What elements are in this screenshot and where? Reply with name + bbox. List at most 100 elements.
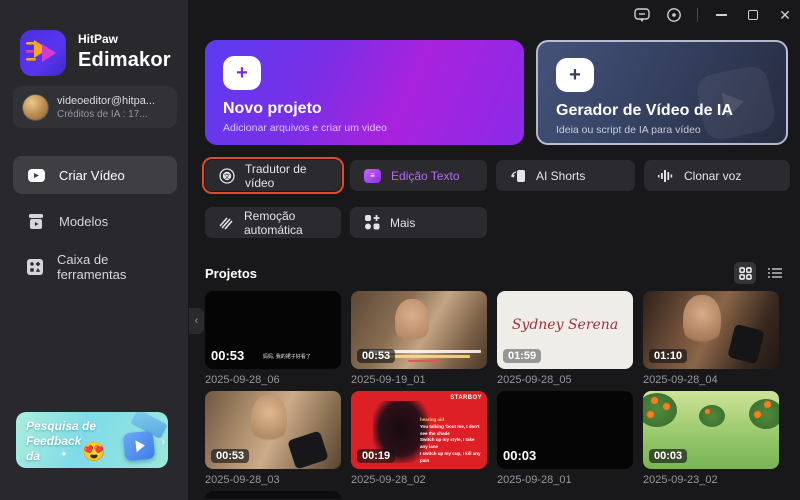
starboy-logo-text: STARBOY (450, 395, 482, 401)
project-thumbnail[interactable]: STARBOY hearing aid You talking 'bout me… (351, 391, 487, 469)
duration-badge: 00:03 (649, 449, 688, 463)
stripes-eraser-icon (219, 215, 234, 231)
project-card[interactable]: 00:03 2025-09-28_01 (497, 391, 633, 486)
project-card[interactable]: STARBOY hearing aid You talking 'bout me… (351, 391, 487, 486)
video-translator-button[interactable]: 文 Tradutor de vídeo (202, 157, 344, 194)
maximize-button[interactable] (744, 6, 762, 24)
phone-rotate-icon (510, 168, 526, 184)
project-name: 2025-09-28_06 (205, 374, 280, 386)
brand-name: HitPaw (78, 32, 119, 46)
project-name: 2025-09-28_05 (497, 374, 572, 386)
project-thumbnail[interactable]: 00:53 (351, 291, 487, 369)
tool-buttons: ‹ 文 Tradutor de vídeo ≡ Edição Texto AI … (189, 157, 790, 334)
templates-box-icon (27, 212, 45, 230)
sidebar-item-modelos[interactable]: Modelos (13, 202, 177, 240)
app-logo-icon (20, 30, 66, 76)
project-name: 2025-09-28_04 (643, 374, 718, 386)
voice-clone-button[interactable]: Clonar voz (644, 160, 790, 191)
sidebar: HitPaw Edimakor videoeditor@hitpa... Cré… (0, 0, 188, 500)
project-card[interactable]: 00:53 2025-09-28_03 (205, 391, 341, 486)
hero-cards: + Novo projeto Adicionar arquivos e cria… (205, 40, 788, 145)
project-card[interactable]: 00:53 妈妈, 我的裙子好看了 2025-09-28_06 (205, 291, 341, 386)
ai-video-generator-card[interactable]: + Gerador de Vídeo de IA Ideia ou script… (536, 40, 788, 145)
duration-badge: 01:10 (649, 349, 688, 363)
project-thumbnail[interactable]: 01:10 (643, 291, 779, 369)
duration-badge: 00:53 (357, 349, 396, 363)
tool-label: Mais (390, 215, 416, 230)
list-view-icon[interactable] (764, 262, 786, 284)
project-name: 2025-09-28_01 (497, 474, 572, 486)
collapse-sidebar-chevron-icon[interactable]: ‹ (189, 308, 204, 334)
tree-decoration (699, 405, 725, 427)
sidebar-item-label: Criar Vídeo (59, 167, 125, 183)
video-camera-icon (27, 166, 45, 184)
sidebar-item-criar-video[interactable]: Criar Vídeo (13, 156, 177, 194)
grid-view-icon[interactable] (734, 262, 756, 284)
waveform-icon (658, 168, 674, 184)
tool-label: Remoção automática (244, 208, 303, 237)
project-thumbnail[interactable]: Sydney Serena 01:59 (497, 291, 633, 369)
tool-label: AI Shorts (536, 168, 586, 183)
heart-eyes-emoji-icon: 😍 (82, 442, 106, 463)
text-editing-button[interactable]: ≡ Edição Texto (350, 160, 487, 191)
project-name: 2025-09-28_03 (205, 474, 280, 486)
sidebar-item-caixa-de-ferramentas[interactable]: Caixa de ferramentas (13, 248, 177, 286)
main-content: + Novo projeto Adicionar arquivos e cria… (188, 0, 800, 500)
title-card-text: Sydney Serena (511, 317, 619, 333)
project-card[interactable]: Sydney Serena 01:59 2025-09-28_05 (497, 291, 633, 386)
more-tools-button[interactable]: Mais (350, 207, 487, 238)
ai-shorts-button[interactable]: AI Shorts (496, 160, 635, 191)
subtitle-caption: 妈妈, 我的裙子好看了 (263, 354, 311, 360)
tree-decoration (643, 393, 677, 427)
new-project-card[interactable]: + Novo projeto Adicionar arquivos e cria… (205, 40, 524, 145)
sparkle-icon: ✦ (60, 449, 68, 459)
duration-badge: 00:53 (211, 449, 250, 463)
feedback-bubble-icon[interactable] (633, 6, 651, 24)
next-row-thumbnail-sliver[interactable] (205, 491, 341, 499)
account-email: videoeditor@hitpa... (57, 94, 156, 107)
settings-icon[interactable] (665, 6, 683, 24)
plus-icon: + (223, 56, 261, 90)
plus-icon: + (556, 58, 594, 92)
project-thumbnail[interactable]: 00:53 (205, 391, 341, 469)
minimize-button[interactable] (712, 6, 730, 24)
sidebar-item-label: Caixa de ferramentas (57, 252, 127, 282)
new-project-subtitle: Adicionar arquivos e criar um video (223, 122, 387, 134)
account-credits: Créditos de IA : 17... (57, 108, 148, 120)
project-card[interactable]: 00:03 2025-09-23_02 (643, 391, 779, 486)
sidebar-nav: Criar Vídeo Modelos Caixa de ferramentas (13, 156, 177, 286)
project-card[interactable]: 01:10 2025-09-28_04 (643, 291, 779, 386)
titlebar-divider (697, 8, 698, 22)
auto-removal-button[interactable]: Remoção automática (205, 207, 341, 238)
project-name: 2025-09-28_02 (351, 474, 426, 486)
translate-globe-icon: 文 (219, 167, 235, 184)
chevron-right-icon: › (161, 436, 165, 448)
brand-product: Edimakor (78, 49, 171, 71)
account-card[interactable]: videoeditor@hitpa... Créditos de IA : 17… (13, 86, 177, 128)
duration-badge: 00:19 (357, 449, 396, 463)
duration-badge: 01:59 (503, 349, 542, 363)
tool-label: Clonar voz (684, 168, 742, 183)
app-brand: HitPaw Edimakor (20, 30, 171, 76)
sidebar-item-label: Modelos (59, 213, 109, 229)
project-card[interactable]: 00:53 2025-09-19_01 (351, 291, 487, 386)
projects-header: Projetos (205, 262, 786, 284)
svg-text:文: 文 (224, 171, 231, 180)
play-clapper-icon (122, 430, 156, 462)
projects-title: Projetos (205, 265, 258, 281)
more-grid-plus-icon (364, 215, 380, 231)
projects-grid: 00:53 妈妈, 我的裙子好看了 2025-09-28_06 00:53 20… (205, 291, 779, 499)
close-button[interactable]: ✕ (776, 6, 794, 24)
new-project-title: Novo projeto (223, 100, 322, 117)
project-thumbnail[interactable]: 00:03 (643, 391, 779, 469)
text-edit-icon: ≡ (364, 168, 381, 183)
toolbox-grid-icon (27, 258, 43, 276)
titlebar: ✕ (0, 0, 800, 30)
project-name: 2025-09-23_02 (643, 474, 718, 486)
lyrics-overlay: hearing aid You talking 'bout me, I don'… (420, 417, 481, 463)
feedback-survey-banner[interactable]: Pesquisa de Feedback da ✦ 😍 › (16, 412, 168, 468)
duration-badge: 00:53 (211, 348, 245, 363)
project-thumbnail[interactable]: 00:53 妈妈, 我的裙子好看了 (205, 291, 341, 369)
project-name: 2025-09-19_01 (351, 374, 426, 386)
project-thumbnail[interactable]: 00:03 (497, 391, 633, 469)
